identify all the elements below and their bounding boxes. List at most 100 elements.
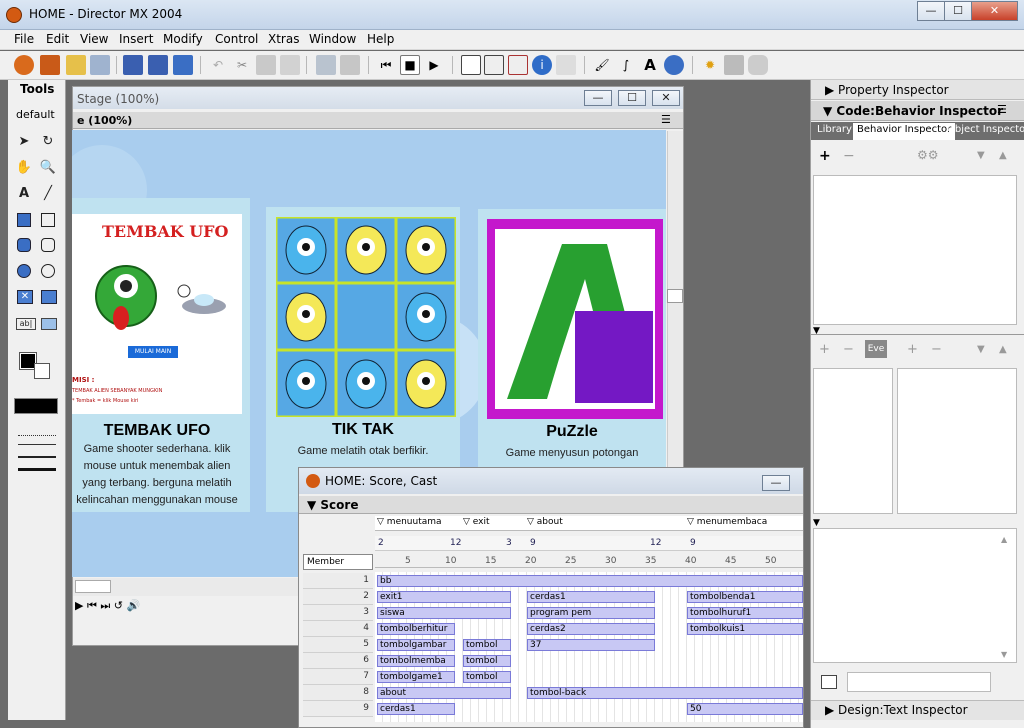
pattern-swatch[interactable] <box>14 398 58 414</box>
sprite-span[interactable]: tombolkuis1 <box>687 623 803 635</box>
rotate-tool-icon[interactable]: ↻ <box>38 132 58 152</box>
line-tool-icon[interactable]: ╱ <box>38 184 58 204</box>
script-icon[interactable] <box>724 55 744 75</box>
cut-icon[interactable]: ✂ <box>232 55 252 75</box>
button-tool-icon[interactable] <box>41 318 57 330</box>
add-behavior-icon[interactable]: + <box>819 148 831 164</box>
add-event-icon[interactable]: + <box>819 342 830 357</box>
sprite-span[interactable]: 37 <box>527 639 655 651</box>
rectangle-icon[interactable] <box>41 213 55 227</box>
publish-icon[interactable] <box>173 55 193 75</box>
message-icon[interactable] <box>748 55 768 75</box>
sprite-span[interactable]: bb <box>377 575 803 587</box>
sprite-span[interactable]: tombol-back <box>527 687 803 699</box>
sprite-span[interactable]: cerdas1 <box>527 591 655 603</box>
stage-options-icon[interactable]: ☰ <box>661 113 671 126</box>
stage-zoom-select[interactable] <box>75 580 111 593</box>
play-icon[interactable]: ▶ <box>424 55 444 75</box>
library-icon[interactable] <box>556 55 576 75</box>
score-channel-8[interactable]: 8 about tombol-back <box>303 685 803 701</box>
menu-xtras[interactable]: Xtras <box>268 32 299 46</box>
action-down-icon[interactable]: ▼ <box>977 344 985 355</box>
remove-action-icon[interactable]: − <box>931 342 942 357</box>
shuffle-down-icon[interactable]: ▼ <box>977 150 985 161</box>
vector-shape-icon[interactable]: ∫ <box>616 55 636 75</box>
sprite-span[interactable]: siswa <box>377 607 511 619</box>
panel-options-icon[interactable]: ☰ <box>997 103 1007 116</box>
radio-button-tool-icon[interactable] <box>41 290 57 304</box>
sprite-span[interactable]: tombolberhitur <box>377 623 455 635</box>
events-button[interactable]: Eve <box>865 340 887 358</box>
menu-view[interactable]: View <box>80 32 108 46</box>
card-tembak-ufo[interactable]: TEMBAK UFO MULAI MAIN MISI : TEMBAK ALIE… <box>72 198 250 512</box>
filled-rectangle-icon[interactable] <box>17 213 31 227</box>
menu-insert[interactable]: Insert <box>119 32 153 46</box>
copy-icon[interactable] <box>256 55 276 75</box>
shockwave-3d-icon[interactable] <box>664 55 684 75</box>
save-icon[interactable] <box>123 55 143 75</box>
stop-icon[interactable]: ■ <box>400 55 420 75</box>
sprite-span[interactable]: tombolbenda1 <box>687 591 803 603</box>
round-rect-icon[interactable] <box>41 238 55 252</box>
tab-object-inspector[interactable]: Object Inspecto <box>947 124 1024 135</box>
background-color-swatch[interactable] <box>34 363 50 379</box>
marker-menuutama[interactable]: ▽ menuutama <box>377 517 442 527</box>
sprite-span[interactable]: 50 <box>687 703 803 715</box>
undo-icon[interactable]: ↶ <box>208 55 228 75</box>
score-channel-5[interactable]: 5 tombolgambar tombol 37 <box>303 637 803 653</box>
ellipse-icon[interactable] <box>41 264 55 278</box>
tab-behavior-inspector[interactable]: Behavior Inspector <box>853 123 956 140</box>
score-window-icon[interactable] <box>508 55 528 75</box>
sprite-span[interactable]: tombol <box>463 655 511 667</box>
stage-scroll-thumb[interactable] <box>667 289 683 303</box>
sprite-span[interactable]: about <box>377 687 511 699</box>
line-width-1[interactable] <box>18 444 56 445</box>
save-all-icon[interactable] <box>148 55 168 75</box>
gears-icon[interactable]: ⚙⚙ <box>917 148 939 162</box>
arrow-tool-icon[interactable]: ➤ <box>14 132 34 152</box>
new-movie-icon[interactable] <box>40 55 60 75</box>
mulai-main-button[interactable]: MULAI MAIN <box>128 346 178 358</box>
score-channel-4[interactable]: 4 tombolberhitur cerdas2 tombolkuis1 <box>303 621 803 637</box>
text-icon[interactable]: A <box>640 55 660 75</box>
close-button[interactable]: ✕ <box>971 1 1018 21</box>
rewind-icon[interactable]: ⏮ <box>376 55 396 75</box>
sprite-span[interactable]: cerdas1 <box>377 703 455 715</box>
menu-control[interactable]: Control <box>215 32 258 46</box>
score-channel-3[interactable]: 3 siswa program pem tombolhuruf1 <box>303 605 803 621</box>
sprite-span[interactable]: tombolhuruf1 <box>687 607 803 619</box>
checkbox-tool-icon[interactable]: ✕ <box>17 290 33 304</box>
sprite-span[interactable]: program pem <box>527 607 655 619</box>
sprite-span[interactable]: exit1 <box>377 591 511 603</box>
sprite-span[interactable]: tombolmemba <box>377 655 455 667</box>
remove-behavior-icon[interactable]: − <box>843 148 855 164</box>
score-channel-6[interactable]: 6 tombolmemba tombol <box>303 653 803 669</box>
sprite-span[interactable]: tombol <box>463 639 511 651</box>
score-minimize-button[interactable]: — <box>762 475 790 491</box>
zoom-tool-icon[interactable]: 🔍 <box>38 158 58 178</box>
add-action-icon[interactable]: + <box>907 342 918 357</box>
score-channel-7[interactable]: 7 tombolgame1 tombol <box>303 669 803 685</box>
marker-menumembaca[interactable]: ▽ menumembaca <box>687 517 767 527</box>
property-inspector-icon[interactable]: i <box>532 55 552 75</box>
director-icon[interactable] <box>14 55 34 75</box>
menu-edit[interactable]: Edit <box>46 32 69 46</box>
stage-window-icon[interactable] <box>461 55 481 75</box>
stage-minimize-button[interactable]: — <box>584 90 612 106</box>
exchange-cast-icon[interactable] <box>340 55 360 75</box>
sprite-span[interactable]: tombolgambar <box>377 639 455 651</box>
description-scroll-down-icon[interactable]: ▼ <box>1001 650 1007 659</box>
shuffle-up-icon[interactable]: ▲ <box>999 150 1007 161</box>
open-folder-icon[interactable] <box>66 55 86 75</box>
sprite-span[interactable]: tombolgame1 <box>377 671 455 683</box>
script-name-field[interactable] <box>847 672 991 692</box>
sprite-span[interactable]: tombol <box>463 671 511 683</box>
hand-tool-icon[interactable]: ✋ <box>14 158 34 178</box>
action-up-icon[interactable]: ▲ <box>999 344 1007 355</box>
gear-icon[interactable]: ✹ <box>700 55 720 75</box>
find-icon[interactable] <box>316 55 336 75</box>
filled-ellipse-icon[interactable] <box>17 264 31 278</box>
description-area[interactable] <box>813 528 1017 663</box>
stage-close-button[interactable]: ✕ <box>652 90 680 106</box>
marker-exit[interactable]: ▽ exit <box>463 517 490 527</box>
